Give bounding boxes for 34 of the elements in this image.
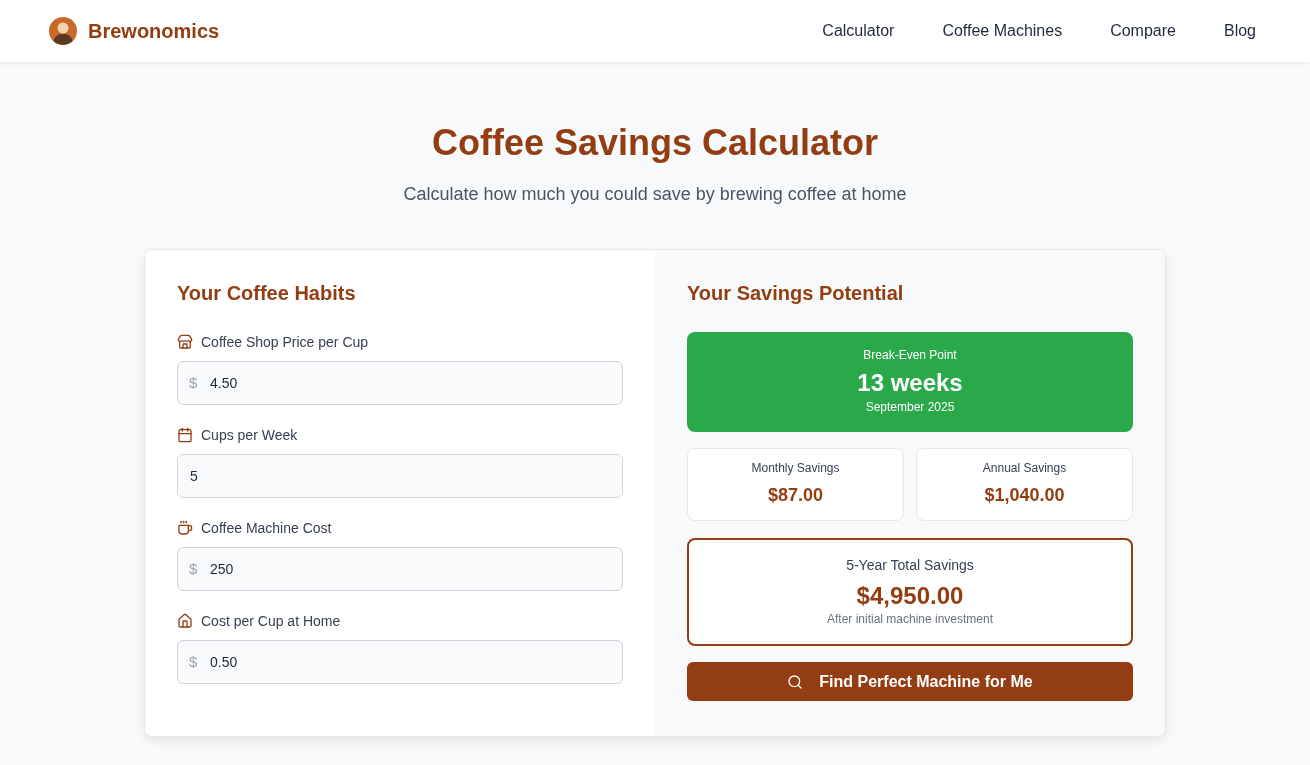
nav-link[interactable]: Compare xyxy=(1110,22,1176,40)
brand-name: Brewonomics xyxy=(88,19,220,43)
section-heading: Your Savings Potential xyxy=(687,281,905,305)
nav-link[interactable]: Coffee Machines xyxy=(942,22,1063,40)
calendar-icon xyxy=(177,427,193,443)
nav-link[interactable]: Blog xyxy=(1223,22,1256,40)
field-label: Coffee Machine Cost xyxy=(201,520,332,536)
break-even-value: 13 weeks xyxy=(857,368,963,398)
section-heading: Your Coffee Habits xyxy=(177,281,357,305)
coffee-cup-icon xyxy=(177,520,193,536)
find-machine-button[interactable]: Find Perfect Machine for Me xyxy=(687,662,1133,701)
field-label: Coffee Shop Price per Cup xyxy=(201,334,369,350)
total-savings-value: $4,950.00 xyxy=(856,581,964,611)
currency-prefix: $ xyxy=(189,374,198,392)
search-icon xyxy=(787,673,804,690)
stat-value: $1,040.00 xyxy=(984,484,1065,507)
currency-prefix: $ xyxy=(189,560,198,578)
input-field[interactable]: 5 xyxy=(177,454,623,498)
page-title: Coffee Savings Calculator xyxy=(431,121,879,165)
field-label: Cost per Cup at Home xyxy=(201,613,341,629)
stat-label: Annual Savings xyxy=(982,460,1067,476)
field-label: Cups per Week xyxy=(201,427,298,443)
stat-label: Monthly Savings xyxy=(751,460,840,476)
break-even-label: Break-Even Point xyxy=(863,347,957,363)
avatar-icon xyxy=(49,17,77,45)
total-savings-label: 5-Year Total Savings xyxy=(846,556,974,575)
page-subtitle: Calculate how much you could save by brewing coffee at home xyxy=(403,183,907,206)
store-icon xyxy=(177,334,193,350)
stat-value: $87.00 xyxy=(767,484,824,507)
house-icon xyxy=(177,613,193,629)
currency-prefix: $ xyxy=(189,653,198,671)
break-even-date: September 2025 xyxy=(865,399,955,415)
total-savings-note: After initial machine investment xyxy=(826,611,994,627)
nav-link[interactable]: Calculator xyxy=(822,22,895,40)
